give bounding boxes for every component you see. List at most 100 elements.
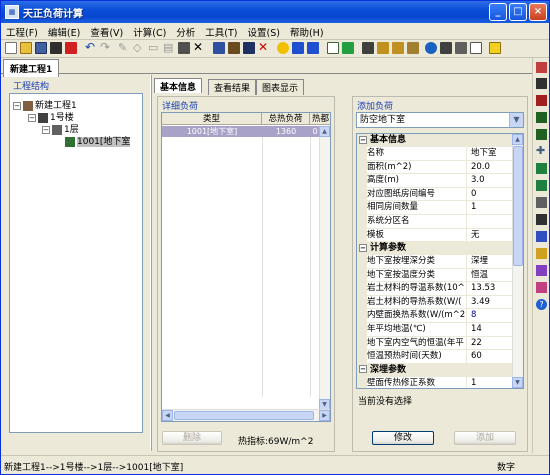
book-icon[interactable] bbox=[213, 42, 225, 54]
panel-splitter[interactable] bbox=[150, 75, 152, 451]
undo-icon[interactable]: ↶ bbox=[85, 41, 97, 54]
report-icon[interactable] bbox=[228, 42, 240, 54]
maximize-button[interactable]: □ bbox=[509, 3, 527, 21]
delete-icon[interactable]: ✕ bbox=[193, 41, 205, 54]
collapse-icon[interactable]: − bbox=[359, 365, 367, 374]
close-file-icon[interactable] bbox=[65, 42, 77, 54]
tool-10-icon[interactable] bbox=[536, 214, 547, 225]
chart-icon[interactable] bbox=[440, 42, 452, 54]
load-type-select[interactable]: 防空地下室 ▼ bbox=[356, 112, 524, 128]
tab-chart-display[interactable]: 图表显示 bbox=[256, 79, 305, 95]
property-row[interactable]: 年平均地温(℃) 14 bbox=[357, 323, 513, 337]
tool-3-icon[interactable] bbox=[536, 95, 547, 106]
category-calc-params[interactable]: − 计算参数 bbox=[357, 242, 513, 255]
property-row[interactable]: 面积(m^2) 20.0 bbox=[357, 160, 513, 175]
collapse-icon[interactable]: − bbox=[42, 125, 50, 134]
tool-1-icon[interactable] bbox=[536, 62, 547, 73]
save-all-icon[interactable] bbox=[50, 42, 62, 54]
open-folder-icon[interactable] bbox=[20, 42, 32, 54]
excel-icon[interactable] bbox=[342, 42, 354, 54]
scroll-thumb[interactable] bbox=[513, 146, 523, 266]
column-header-heat[interactable]: 热都 bbox=[310, 113, 330, 125]
redo-icon[interactable]: ↷ bbox=[100, 41, 112, 54]
scroll-thumb[interactable] bbox=[174, 411, 314, 420]
tree-node-room[interactable]: 1001[地下室 bbox=[65, 134, 131, 147]
tool-4-icon[interactable] bbox=[536, 112, 547, 123]
search-icon[interactable] bbox=[327, 42, 339, 54]
property-row[interactable]: 壁面传热修正系数 1 bbox=[357, 376, 513, 388]
tool-11-icon[interactable] bbox=[536, 231, 547, 242]
help-icon[interactable]: ? bbox=[536, 299, 547, 310]
tool-7-icon[interactable] bbox=[536, 163, 547, 174]
delete-button[interactable]: 删除 bbox=[162, 431, 222, 445]
collapse-icon[interactable]: − bbox=[359, 135, 367, 144]
cooling-icon[interactable] bbox=[307, 42, 319, 54]
tool-12-icon[interactable] bbox=[536, 248, 547, 259]
scroll-left-icon[interactable]: ◀ bbox=[162, 410, 173, 421]
minimize-button[interactable]: _ bbox=[489, 3, 507, 21]
tool-8-icon[interactable] bbox=[536, 180, 547, 191]
edit-icon[interactable] bbox=[178, 42, 190, 54]
property-row[interactable]: 地下室内空气的恒温(年平 22 bbox=[357, 336, 513, 351]
column-header-total-heat[interactable]: 总热负荷 bbox=[262, 113, 310, 125]
property-row[interactable]: 恒温预热时间(天数) 60 bbox=[357, 350, 513, 364]
note-icon[interactable] bbox=[489, 42, 501, 54]
menu-analysis[interactable]: 分析 bbox=[171, 23, 200, 39]
menu-edit[interactable]: 编辑(E) bbox=[43, 23, 85, 39]
save-icon[interactable] bbox=[35, 42, 47, 54]
document-icon[interactable] bbox=[470, 42, 482, 54]
column-header-type[interactable]: 类型 bbox=[162, 113, 262, 125]
property-scrollbar[interactable]: ▲ ▼ bbox=[512, 134, 523, 388]
scroll-up-icon[interactable]: ▲ bbox=[319, 126, 330, 137]
scroll-right-icon[interactable]: ▶ bbox=[319, 410, 330, 421]
table-row[interactable]: 1001[地下室] 1360 0 bbox=[162, 126, 320, 137]
cancel-icon[interactable]: ✕ bbox=[258, 41, 270, 54]
modify-button[interactable]: 修改 bbox=[372, 431, 434, 445]
horizontal-scrollbar[interactable]: ◀ ▶ bbox=[162, 409, 330, 421]
plus-icon[interactable]: ✚ bbox=[536, 145, 547, 157]
tool-13-icon[interactable] bbox=[536, 265, 547, 276]
grid-icon[interactable] bbox=[455, 42, 467, 54]
tool-5-icon[interactable] bbox=[536, 129, 547, 140]
property-row[interactable]: 地下室按温度分类 恒温 bbox=[357, 268, 513, 283]
vertical-scrollbar[interactable]: ▲ ▼ bbox=[319, 126, 330, 410]
close-button[interactable]: × bbox=[529, 3, 547, 21]
menu-help[interactable]: 帮助(H) bbox=[285, 23, 329, 39]
menu-project[interactable]: 工程(F) bbox=[1, 23, 43, 39]
property-row[interactable]: 对应图纸房间编号 0 bbox=[357, 187, 513, 202]
new-file-icon[interactable] bbox=[5, 42, 17, 54]
title-bar[interactable]: ▦ 天正负荷计算 _ □ × bbox=[1, 1, 549, 23]
category-basic-info[interactable]: − 基本信息 bbox=[357, 134, 513, 147]
property-row[interactable]: 岩土材料的导温系数(10^ 13.53 bbox=[357, 282, 513, 296]
eraser-icon[interactable]: ◇ bbox=[133, 42, 145, 54]
property-row[interactable]: 地下室按埋深分类 深埋 bbox=[357, 255, 513, 269]
sun-icon[interactable] bbox=[277, 42, 289, 54]
property-row[interactable]: 系统分区名 bbox=[357, 215, 513, 229]
tab-view-results[interactable]: 查看结果 bbox=[208, 79, 257, 95]
tool-14-icon[interactable] bbox=[536, 282, 547, 293]
menu-calculate[interactable]: 计算(C) bbox=[128, 23, 171, 39]
export-icon[interactable] bbox=[362, 42, 374, 54]
tool-2-icon[interactable] bbox=[536, 78, 547, 89]
menu-tools[interactable]: 工具(T) bbox=[200, 23, 242, 39]
collapse-icon[interactable]: − bbox=[28, 113, 36, 122]
menu-view[interactable]: 查看(V) bbox=[85, 23, 128, 39]
globe-icon[interactable] bbox=[425, 42, 437, 54]
snowflake-icon[interactable] bbox=[292, 42, 304, 54]
property-row[interactable]: 高度(m) 3.0 bbox=[357, 174, 513, 188]
property-row[interactable]: 模板无 bbox=[357, 228, 513, 243]
add-button[interactable]: 添加 bbox=[454, 431, 516, 445]
copy-icon[interactable]: ▭ bbox=[148, 42, 160, 54]
settings-icon[interactable] bbox=[392, 42, 404, 54]
chevron-down-icon[interactable]: ▼ bbox=[509, 113, 523, 127]
property-row[interactable]: 相同房间数量 1 bbox=[357, 201, 513, 215]
tool-9-icon[interactable] bbox=[536, 197, 547, 208]
tab-basic-info[interactable]: 基本信息 bbox=[154, 78, 203, 93]
scroll-down-icon[interactable]: ▼ bbox=[512, 377, 523, 388]
import-icon[interactable] bbox=[377, 42, 389, 54]
paste-icon[interactable]: ▤ bbox=[163, 42, 175, 54]
property-row[interactable]: 名称 地下室 bbox=[357, 147, 513, 161]
collapse-icon[interactable]: − bbox=[359, 243, 367, 252]
category-deep-params[interactable]: − 深埋参数 bbox=[357, 363, 513, 377]
property-row[interactable]: 岩土材料的导热系数(W/(3.49 bbox=[357, 295, 513, 310]
